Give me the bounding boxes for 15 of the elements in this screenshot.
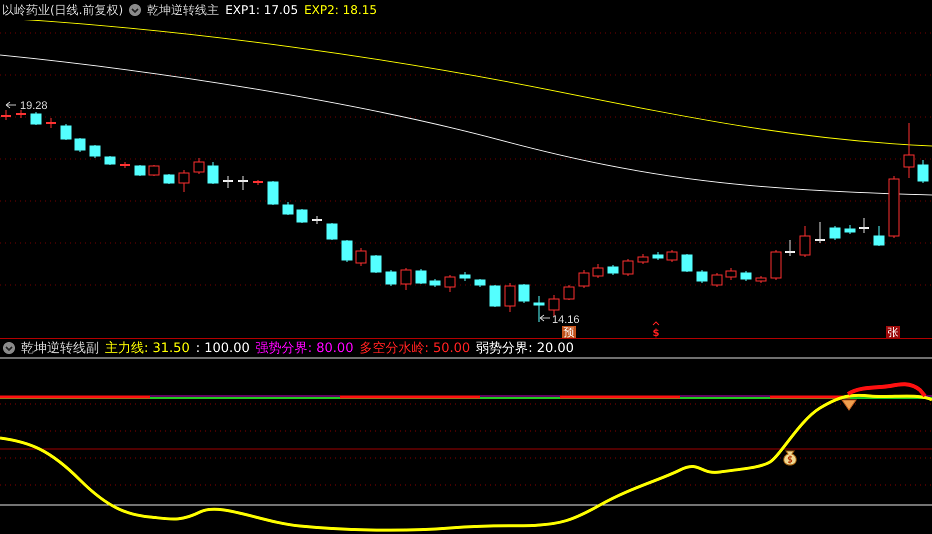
indicator-value: 弱势分界: 20.00 xyxy=(476,342,574,354)
indicator-value: EXP2: 18.15 xyxy=(304,2,377,19)
indicator-name: 乾坤逆转线主 xyxy=(147,2,220,19)
indicator-value: 多空分水岭: 50.00 xyxy=(359,342,470,354)
indicator-name: 乾坤逆转线副 xyxy=(21,342,99,354)
indicator-value: EXP1: 17.05 xyxy=(225,2,298,19)
price-label: 19.28 xyxy=(20,100,48,112)
indicator-value: 主力线: 31.50 xyxy=(105,342,190,354)
indicator-value: 强势分界: 80.00 xyxy=(256,342,354,354)
stock-title: 以岭药业(日线.前复权) xyxy=(2,2,124,19)
price-label: 14.16 xyxy=(552,314,580,326)
signal-mark: $ xyxy=(652,328,660,338)
signal-badge: 张 xyxy=(886,326,900,338)
signal-badge: 预 xyxy=(562,326,576,338)
indicator-value: : 100.00 xyxy=(196,342,250,354)
